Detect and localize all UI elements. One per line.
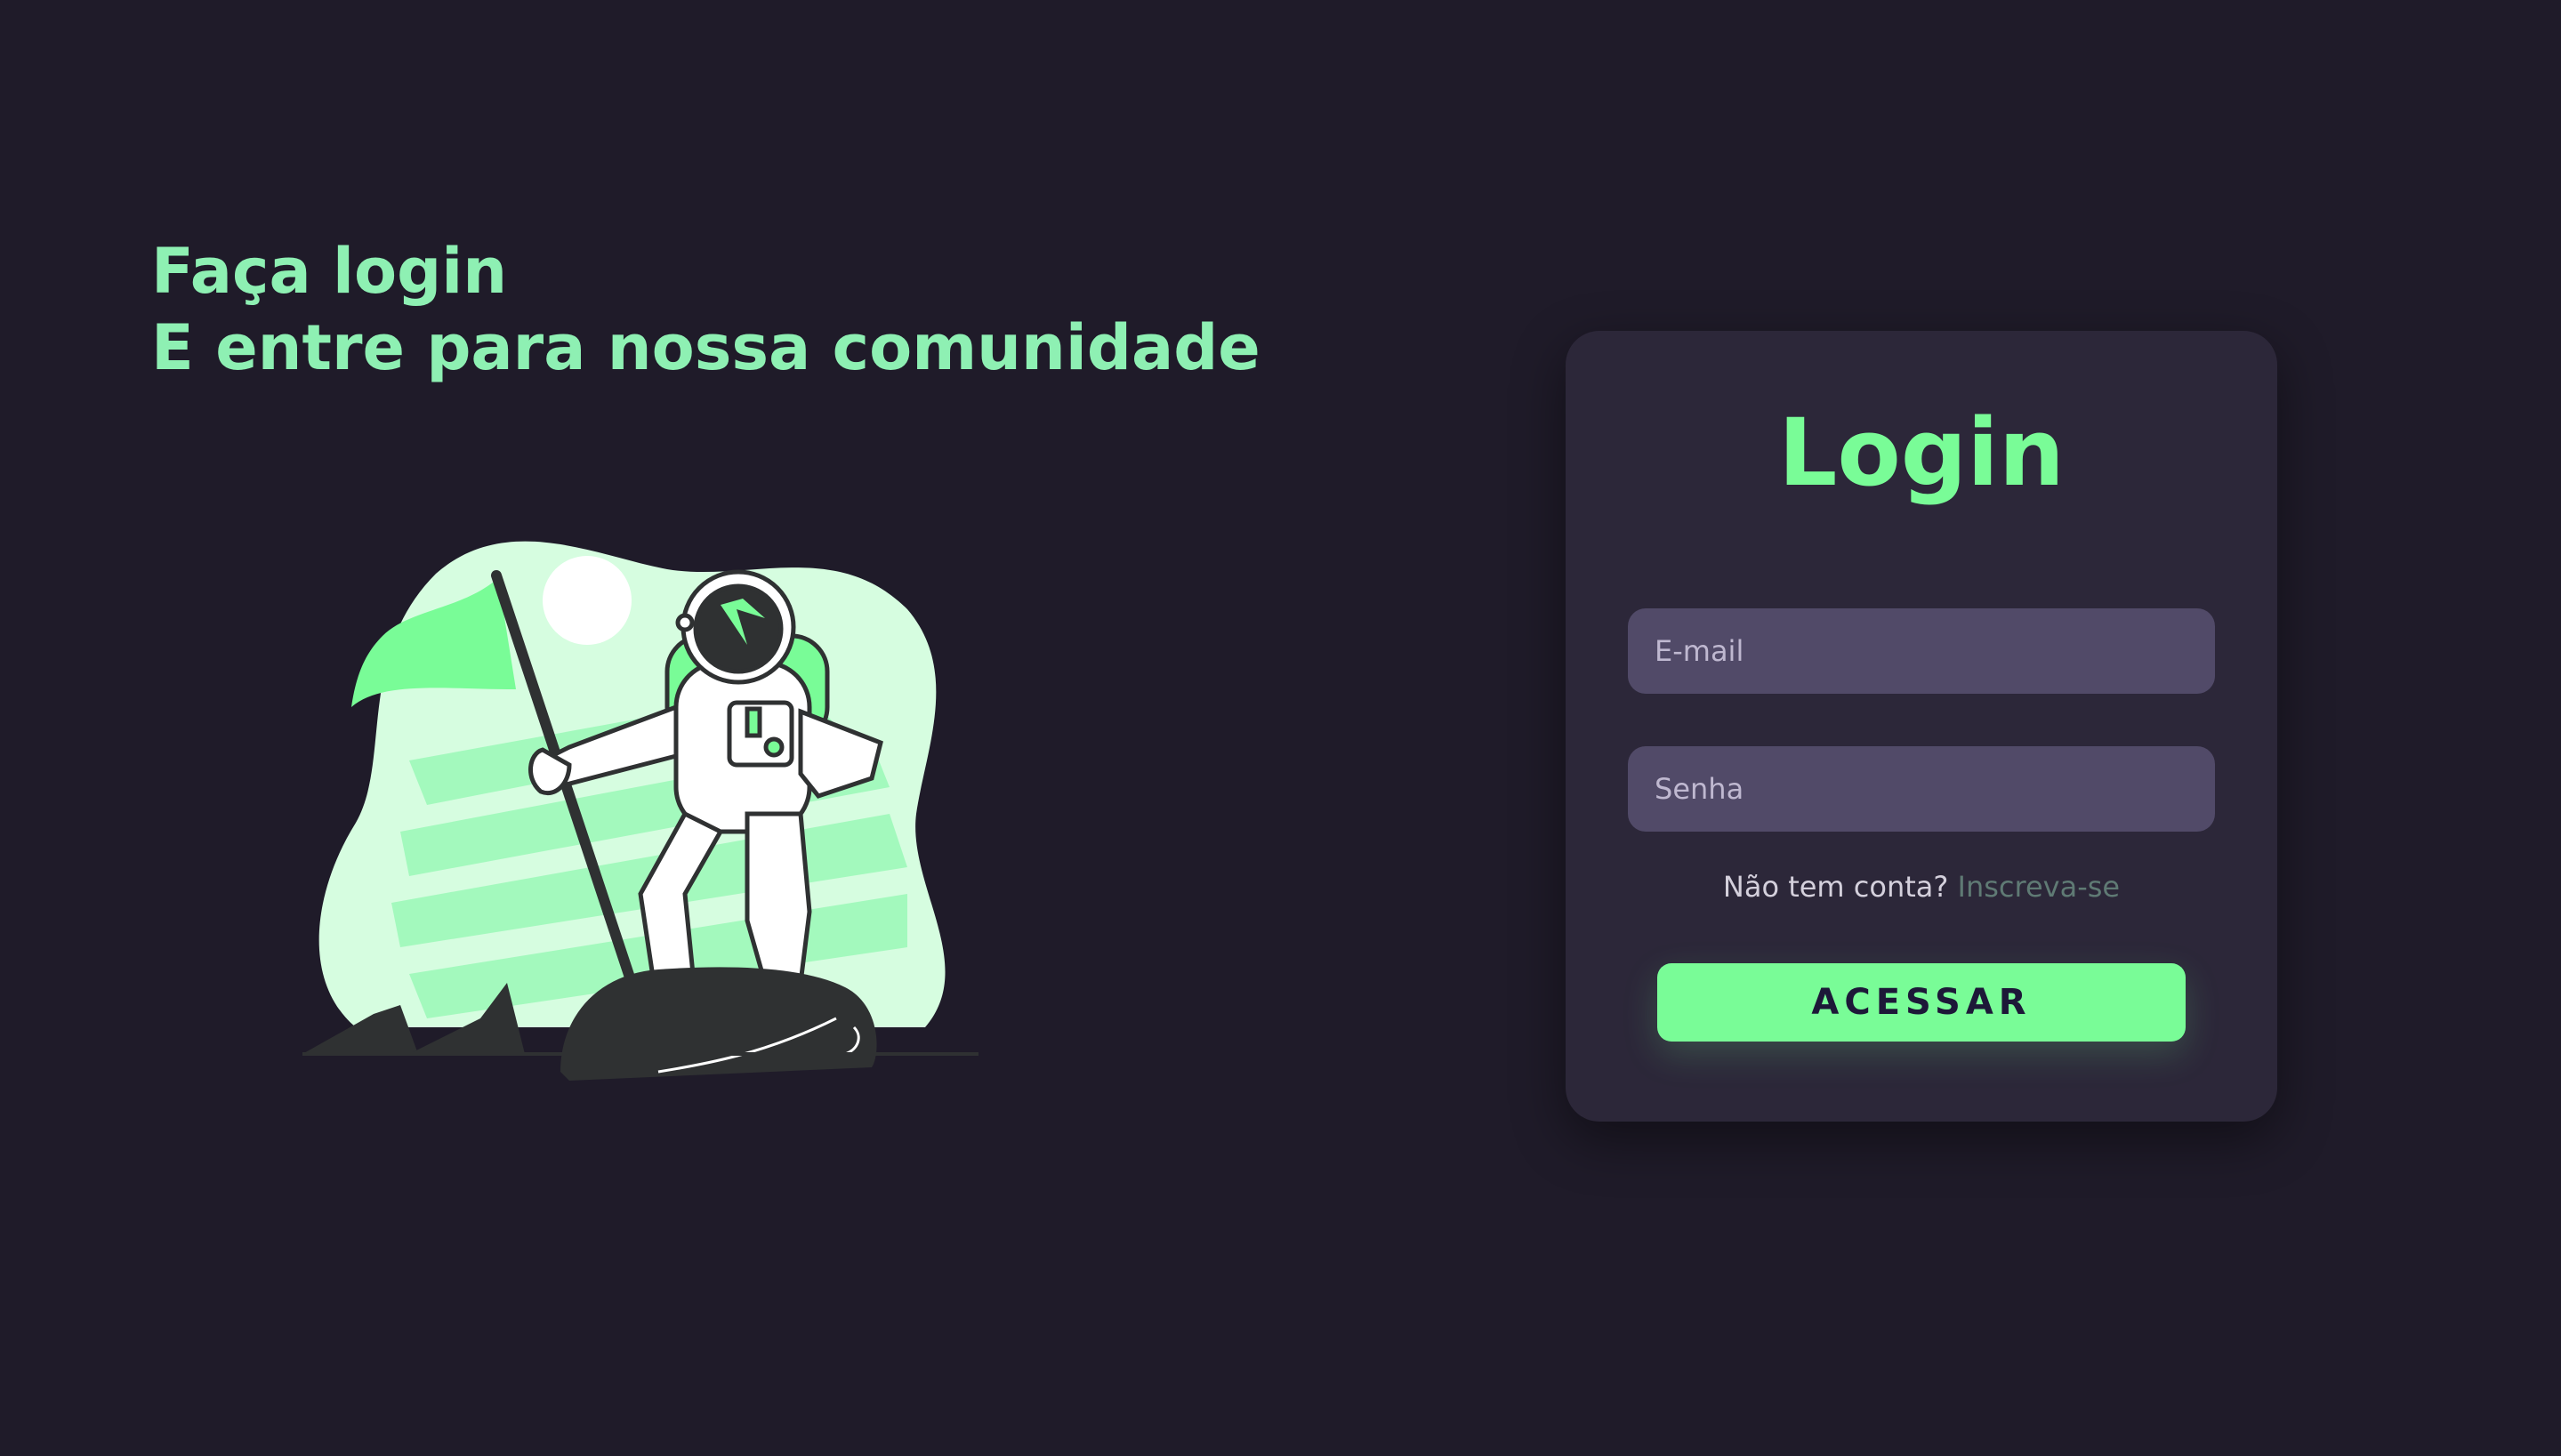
signup-link[interactable]: Inscreva-se [1958,870,2121,904]
signup-prompt-text: Não tem conta? [1722,870,1949,904]
email-input[interactable] [1628,608,2215,694]
hero-heading: Faça login E entre para nossa comunidade [151,233,1260,386]
login-title: Login [1778,398,2065,507]
hero-heading-line-1: Faça login [151,235,508,308]
signup-prompt: Não tem conta? Inscreva-se [1566,867,2277,906]
login-card: Login Não tem conta? Inscreva-se ACESSAR [1566,331,2277,1122]
moon-shape [543,556,632,645]
hero-heading-line-2: E entre para nossa comunidade [151,311,1260,384]
login-page: Faça login E entre para nossa comunidade [0,0,2561,1456]
password-input[interactable] [1628,746,2215,832]
astronaut-illustration [302,541,978,1081]
submit-button[interactable]: ACESSAR [1657,963,2186,1042]
